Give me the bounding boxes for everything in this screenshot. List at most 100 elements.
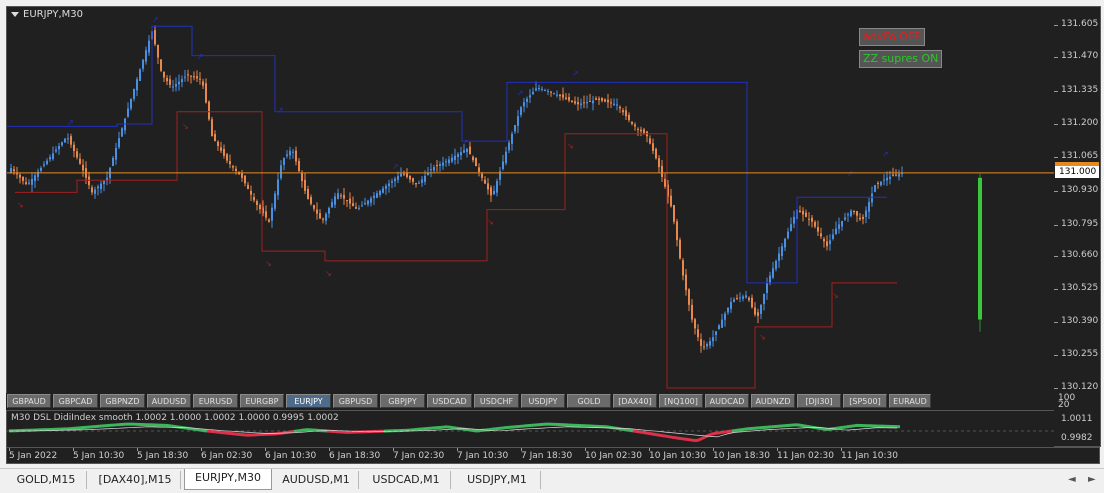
tab-goldm15[interactable]: GOLD,M15 <box>6 471 87 489</box>
symbol-button-gbpcad[interactable]: GBPCAD <box>53 394 98 408</box>
symbol-button-euraud[interactable]: EURAUD <box>889 394 931 408</box>
candle-body <box>28 182 30 184</box>
candle-body <box>685 274 687 291</box>
symbol-button-eurjpy[interactable]: EURJPY <box>286 394 331 408</box>
swing-low-marker: ↘ <box>567 142 574 151</box>
symbol-button-gbpusd[interactable]: GBPUSD <box>333 394 378 408</box>
tab-eurjpym30[interactable]: EURJPY,M30 <box>184 469 272 490</box>
candle-body <box>715 331 717 336</box>
indicator-segment <box>695 438 700 443</box>
candle-body <box>838 224 840 229</box>
candle-body <box>703 346 705 348</box>
candle-body <box>217 141 219 146</box>
candle-body <box>61 142 63 146</box>
symbol-button-usdjpy[interactable]: USDJPY <box>521 394 565 408</box>
candle-body <box>235 168 237 171</box>
candle-body <box>142 59 144 69</box>
price-tick <box>1054 289 1058 290</box>
symbol-button-nq100[interactable]: [NQ100] <box>659 394 703 408</box>
candle-body <box>268 219 270 222</box>
swing-low-marker: ↘ <box>759 332 766 341</box>
candle-body <box>445 161 447 163</box>
symbol-button-usdchf[interactable]: USDCHF <box>474 394 519 408</box>
candle-body <box>724 313 726 320</box>
price-chart[interactable]: ↗↗↗↗↗↗↗↗↗↗↘↘↘↘↘↘↘↘↘ EURJPY,M30 advFo OFF… <box>6 6 1056 394</box>
symbol-button-usdcad[interactable]: USDCAD <box>427 394 472 408</box>
symbol-button-gbpaud[interactable]: GBPAUD <box>7 394 51 408</box>
candle-body <box>22 176 24 181</box>
candle-body <box>259 205 261 210</box>
candle-body <box>13 169 15 172</box>
candle-body <box>457 153 459 158</box>
candle-body <box>853 210 855 212</box>
tab-audusdm1[interactable]: AUDUSD,M1 <box>274 471 359 489</box>
symbol-button-gbpnzd[interactable]: GBPNZD <box>100 394 145 408</box>
time-label: 5 Jan 2022 <box>9 451 58 461</box>
candle-body <box>160 59 162 71</box>
candle-body <box>688 289 690 305</box>
candle-body <box>565 97 567 100</box>
terminal-window: ↗↗↗↗↗↗↗↗↗↗↘↘↘↘↘↘↘↘↘ EURJPY,M30 advFo OFF… <box>0 0 1104 493</box>
candle-body <box>388 183 390 187</box>
price-label: 130.525 <box>1061 283 1099 293</box>
symbol-button-eurusd[interactable]: EURUSD <box>193 394 238 408</box>
candle-body <box>679 239 681 259</box>
symbol-button-audcad[interactable]: AUDCAD <box>705 394 749 408</box>
candle-body <box>748 297 750 300</box>
candle-body <box>502 161 504 169</box>
time-label: 10 Jan 10:30 <box>649 451 706 461</box>
candle-body <box>193 76 195 78</box>
candle-body <box>418 182 420 184</box>
candle-body <box>775 260 777 269</box>
candle-body <box>340 195 342 197</box>
symbol-button-eurgbp[interactable]: EURGBP <box>240 394 284 408</box>
tab-usdcadm1[interactable]: USDCAD,M1 <box>362 471 451 489</box>
tab-dax40m15[interactable]: [DAX40],M15 <box>90 471 181 489</box>
candle-body <box>817 227 819 232</box>
candle-body <box>118 138 120 148</box>
candle-body <box>148 40 150 53</box>
scroll-right-icon[interactable]: ► <box>1088 474 1096 485</box>
candle-body <box>889 176 891 179</box>
candle-body <box>874 185 876 192</box>
candle-body <box>826 241 828 247</box>
indicator-panel[interactable]: M30 DSL DidiIndex smooth 1.0002 1.0000 1… <box>6 410 1056 448</box>
candle-body <box>637 128 639 130</box>
candle-body <box>892 174 894 176</box>
candle-body <box>658 158 660 168</box>
symbol-button-audusd[interactable]: AUDUSD <box>147 394 191 408</box>
price-axis[interactable]: 131.605 131.470 131.335 131.200 131.065 130.9… <box>1054 6 1101 394</box>
candle-body <box>310 197 312 204</box>
scroll-left-icon[interactable]: ◄ <box>1068 474 1076 485</box>
symbol-button-dji30[interactable]: [DJI30] <box>797 394 841 408</box>
candle-body <box>226 154 228 161</box>
time-axis[interactable]: 5 Jan 2022 5 Jan 10:30 5 Jan 18:30 6 Jan 02… <box>6 447 1100 464</box>
candle-body <box>898 173 900 177</box>
candle-body <box>76 151 78 158</box>
candle-body <box>370 198 372 203</box>
candle-body <box>583 102 585 104</box>
candle-body <box>52 153 54 160</box>
candle-body <box>697 329 699 338</box>
tab-usdjpym1[interactable]: USDJPY,M1 <box>454 471 541 489</box>
swing-low-marker: ↘ <box>182 122 189 131</box>
candle-body <box>562 94 564 98</box>
symbol-button-gold[interactable]: GOLD <box>567 394 611 408</box>
candle-body <box>70 136 72 145</box>
candle-body <box>283 158 285 165</box>
symbol-button-gbpjpy[interactable]: GBPJPY <box>380 394 425 408</box>
candle-body <box>121 128 123 137</box>
chart-title[interactable]: EURJPY,M30 <box>11 9 83 20</box>
price-tick <box>1054 256 1058 257</box>
candle-body <box>739 297 741 299</box>
symbol-button-sp500[interactable]: [SP500] <box>843 394 887 408</box>
candle-body <box>553 93 555 95</box>
candle-body <box>94 189 96 194</box>
indicator-axis-top2-label: 20 <box>1058 400 1070 410</box>
zigzag-low-line <box>15 111 897 389</box>
chevron-down-icon[interactable] <box>11 12 19 17</box>
candle-body <box>253 197 255 201</box>
symbol-button-dax40[interactable]: [DAX40] <box>613 394 657 408</box>
candle-body <box>181 79 183 83</box>
symbol-button-audnzd[interactable]: AUDNZD <box>751 394 795 408</box>
